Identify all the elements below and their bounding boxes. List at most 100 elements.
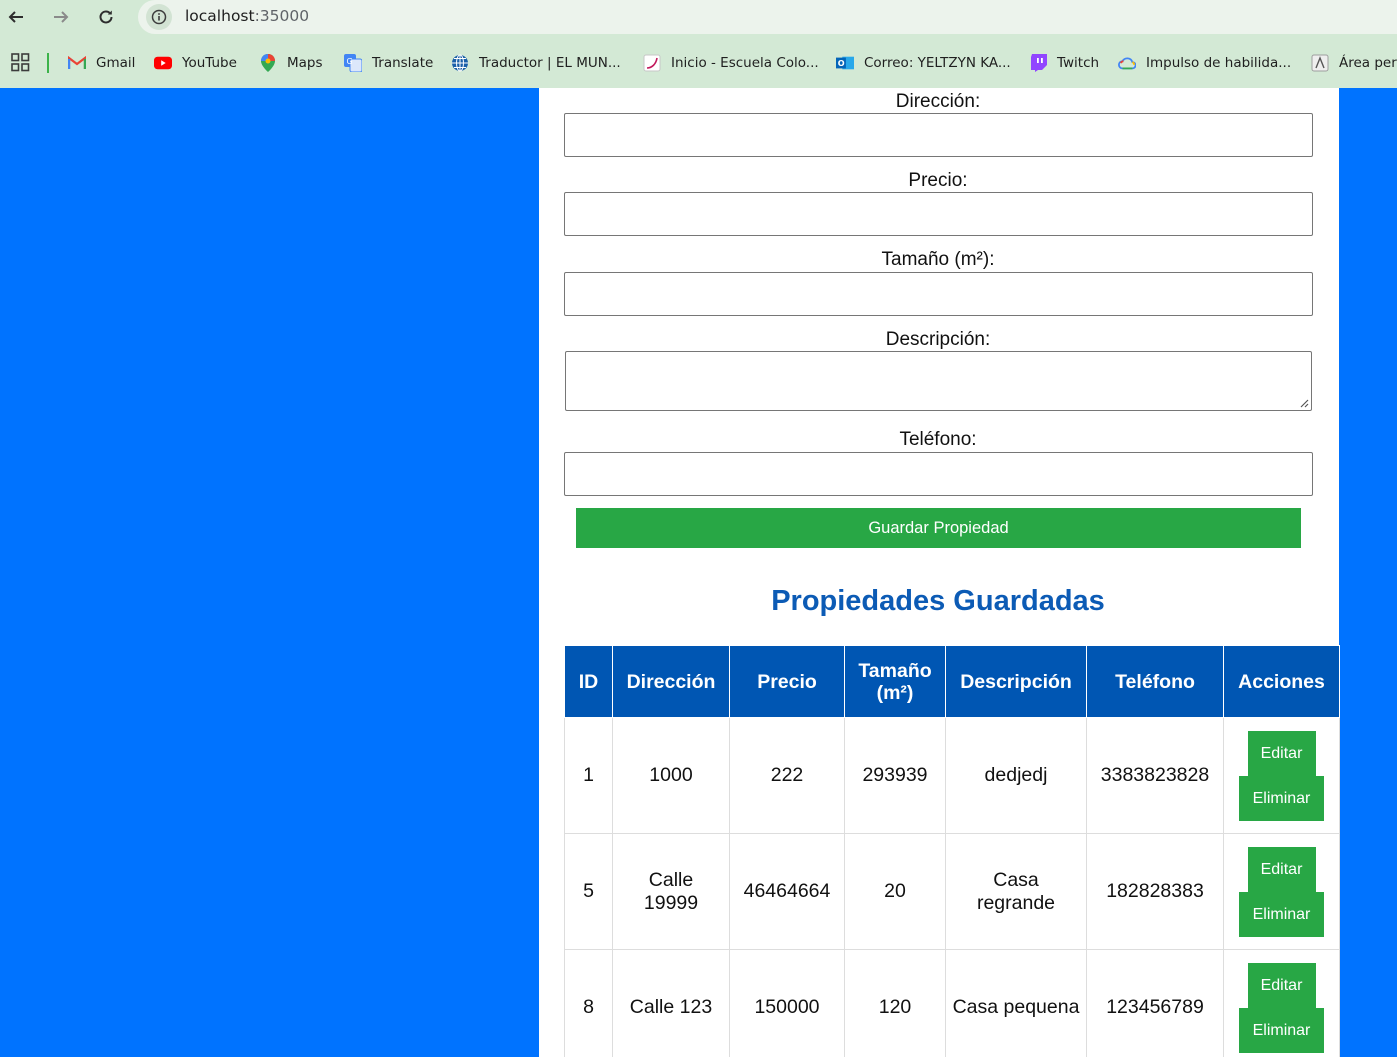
bookmark-twitch[interactable]: Twitch [1029,50,1099,76]
table-row: 1 1000 222 293939 dedjedj 3383823828 Edi… [564,717,1340,834]
direccion-label: Dirección: [895,91,981,112]
bookmark-impulso[interactable]: Impulso de habilida... [1118,50,1291,76]
bookmark-label: Inicio - Escuela Colo... [671,55,819,71]
direccion-input[interactable] [564,113,1313,157]
svg-text:O: O [838,58,845,68]
cell-tamano: 120 [844,949,946,1057]
telefono-input[interactable] [564,452,1313,496]
svg-text:G: G [347,57,353,66]
table-header-row: ID Dirección Precio Tamaño (m²) Descripc… [564,645,1340,718]
properties-table: ID Dirección Precio Tamaño (m²) Descripc… [564,645,1340,1057]
delete-button[interactable]: Eliminar [1239,775,1324,821]
cell-tamano: 293939 [844,717,946,834]
cell-acciones: Editar Eliminar [1223,833,1340,950]
bookmark-label: YouTube [182,55,237,71]
cell-tamano: 20 [844,833,946,950]
cell-acciones: Editar Eliminar [1223,949,1340,1057]
bookmark-label: Gmail [96,55,136,71]
cell-descripcion: Casa regrande [945,833,1087,950]
cell-telefono: 3383823828 [1086,717,1224,834]
cell-precio: 46464664 [729,833,845,950]
edit-button[interactable]: Editar [1247,846,1316,892]
saved-properties-title: Propiedades Guardadas [771,585,1105,617]
url-text[interactable]: localhost:35000 [185,7,309,25]
header-id: ID [564,645,613,718]
bookmark-label: Impulso de habilida... [1146,55,1292,71]
cell-direccion: Calle 19999 [612,833,730,950]
area-icon [1311,54,1329,72]
edit-button[interactable]: Editar [1247,730,1316,776]
globe-icon [451,54,469,72]
actions-group: Editar Eliminar [1230,730,1333,821]
cell-descripcion: dedjedj [945,717,1087,834]
arrow-left-icon [8,11,23,23]
bookmark-label: Translate [372,55,434,71]
gmail-icon [68,54,86,72]
header-precio: Precio [729,645,845,718]
youtube-icon [154,54,172,72]
info-icon [151,9,167,25]
bookmark-maps[interactable]: Maps [259,50,323,76]
bookmark-label: Correo: YELTZYN KA... [864,55,1011,71]
url-host: localhost [185,7,255,25]
tamano-label: Tamaño (m²): [881,249,995,270]
actions-group: Editar Eliminar [1230,962,1333,1053]
bookmark-label: Twitch [1057,55,1100,71]
bookmark-translate[interactable]: G Translate [344,50,433,76]
descripcion-textarea[interactable] [565,351,1312,411]
cell-telefono: 182828383 [1086,833,1224,950]
descripcion-label: Descripción: [885,329,991,350]
resize-grip-icon[interactable] [1299,398,1309,408]
school-icon [643,54,661,72]
table-row: 8 Calle 123 150000 120 Casa pequena 1234… [564,949,1340,1057]
header-descripcion: Descripción [945,645,1087,718]
bookmark-traductor[interactable]: Traductor | EL MUN... [451,50,621,76]
precio-label: Precio: [908,170,968,191]
bookmark-label: Traductor | EL MUN... [479,55,621,71]
back-button[interactable] [3,4,29,30]
forward-button[interactable] [48,4,74,30]
cell-acciones: Editar Eliminar [1223,717,1340,834]
translate-icon: G [344,54,362,72]
reload-button[interactable] [93,4,119,30]
save-property-button[interactable]: Guardar Propiedad [576,508,1301,548]
telefono-label: Teléfono: [899,429,977,450]
outlook-icon: O [836,54,854,72]
cell-direccion: Calle 123 [612,949,730,1057]
bookmark-area[interactable]: Área pers [1311,50,1397,76]
bookmarks-bar: Gmail YouTube Maps G Translate Traductor… [0,44,1397,82]
cell-precio: 222 [729,717,845,834]
header-telefono: Teléfono [1086,645,1224,718]
precio-input[interactable] [564,192,1313,236]
bookmark-escuela[interactable]: Inicio - Escuela Colo... [643,50,819,76]
bookmark-label: Maps [287,55,323,71]
cloud-icon [1118,54,1136,72]
bookmark-gmail[interactable]: Gmail [68,50,135,76]
delete-button[interactable]: Eliminar [1239,1007,1324,1053]
arrow-right-icon [54,11,69,23]
cell-precio: 150000 [729,949,845,1057]
address-bar[interactable]: localhost:35000 [138,0,1397,34]
edit-button[interactable]: Editar [1247,962,1316,1008]
reload-icon [99,10,113,24]
delete-button[interactable]: Eliminar [1239,891,1324,937]
url-port: :35000 [254,7,310,25]
site-info-button[interactable] [146,4,172,30]
maps-icon [259,54,277,72]
cell-telefono: 123456789 [1086,949,1224,1057]
cell-descripcion: Casa pequena [945,949,1087,1057]
table-row: 5 Calle 19999 46464664 20 Casa regrande … [564,833,1340,950]
apps-grid-icon[interactable] [11,53,30,72]
header-acciones: Acciones [1223,645,1340,718]
bookmark-label: Área pers [1339,55,1397,71]
tamano-input[interactable] [564,272,1313,316]
browser-toolbar: localhost:35000 [0,0,1397,36]
bookmark-youtube[interactable]: YouTube [154,50,237,76]
property-form-card: Dirección: Precio: Tamaño (m²): Descripc… [539,88,1340,1057]
cell-id: 5 [564,833,613,950]
bookmark-correo[interactable]: O Correo: YELTZYN KA... [836,50,1011,76]
browser-chrome: localhost:35000 Gmail YouTube Maps G Tra… [0,0,1397,88]
cell-id: 1 [564,717,613,834]
cell-id: 8 [564,949,613,1057]
twitch-icon [1029,54,1047,72]
